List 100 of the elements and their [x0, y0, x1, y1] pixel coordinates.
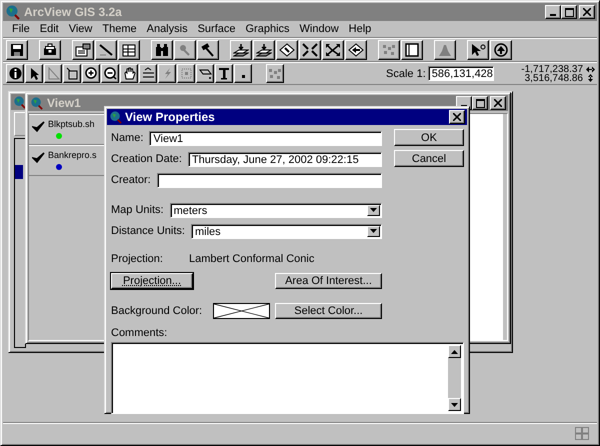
theme-name[interactable]: Blkptsub.sh: [48, 119, 95, 129]
tool-button[interactable]: [44, 64, 62, 83]
menu-item[interactable]: Edit: [34, 23, 64, 35]
toolbar-button[interactable]: [39, 40, 61, 60]
histogram-icon: [437, 43, 453, 57]
close-icon: [583, 8, 591, 16]
dropdown[interactable]: meters: [170, 202, 382, 218]
menu-item[interactable]: File: [7, 23, 35, 35]
tool-button[interactable]: [120, 64, 138, 83]
tool-button[interactable]: [82, 64, 100, 83]
menu-item[interactable]: Graphics: [240, 23, 295, 35]
diamond-icon: [279, 43, 295, 57]
text-field[interactable]: View1: [149, 130, 382, 146]
dropdown[interactable]: miles: [190, 224, 382, 238]
field-label: Comments:: [111, 327, 168, 339]
field-label: Name:: [111, 132, 144, 144]
close-button[interactable]: [449, 110, 465, 124]
tool-button[interactable]: [6, 64, 24, 83]
menu-item[interactable]: View: [64, 23, 98, 35]
dialog-title: View Properties: [125, 110, 215, 124]
table-icon: [121, 43, 137, 57]
theme-name[interactable]: Bankrepro.s: [48, 150, 97, 160]
checkmark-icon[interactable]: [32, 152, 45, 164]
toolbar-button[interactable]: [276, 40, 298, 60]
toolbar-button[interactable]: [174, 40, 196, 60]
toolbar-button[interactable]: [118, 40, 140, 60]
menu-item[interactable]: Theme: [97, 23, 142, 35]
dialog-button[interactable]: Cancel: [394, 150, 464, 167]
select-color-button[interactable]: Select Color...: [275, 303, 382, 319]
field-label: Creation Date:: [111, 153, 182, 165]
tool-button[interactable]: [234, 64, 252, 83]
toolbar-button[interactable]: [434, 40, 456, 60]
text-field[interactable]: Thursday, June 27, 2002 09:22:15: [188, 152, 382, 166]
menu-item[interactable]: Window: [294, 23, 344, 35]
scroll-up-button[interactable]: [448, 345, 461, 358]
checkmark-icon[interactable]: [32, 121, 45, 133]
tool-button[interactable]: [101, 64, 119, 83]
toolbar-button[interactable]: [378, 40, 400, 60]
tool-button[interactable]: [215, 64, 233, 83]
toolbar-button[interactable]: [401, 40, 423, 60]
field-label: Creator:: [111, 174, 151, 186]
tool-button[interactable]: [139, 64, 157, 83]
menu-item[interactable]: Analysis: [142, 23, 193, 35]
text-field[interactable]: [156, 172, 382, 188]
tool-button[interactable]: [25, 64, 43, 83]
toolbar-button[interactable]: [6, 40, 28, 60]
toolbar-button[interactable]: [72, 40, 94, 60]
globe-icon: [109, 110, 122, 124]
dialog-button[interactable]: OK: [394, 129, 464, 146]
toolbar-button[interactable]: [151, 40, 173, 60]
zoom-out-icon: [104, 67, 116, 80]
tool-button[interactable]: [63, 64, 81, 83]
tool-button[interactable]: [158, 64, 176, 83]
up-triangle-icon: [451, 350, 458, 354]
field-label: Map Units:: [111, 204, 164, 216]
text-tool-icon: [218, 67, 230, 80]
menu-item[interactable]: Help: [344, 23, 376, 35]
toolbar-button[interactable]: [253, 40, 275, 60]
toolbar-button[interactable]: [299, 40, 321, 60]
toolbar-button[interactable]: [197, 40, 219, 60]
globe-icon: [30, 96, 43, 110]
hammer-icon: [200, 43, 216, 57]
close-button[interactable]: [579, 5, 595, 19]
maximize-icon: [476, 98, 484, 108]
dialog-button[interactable]: Projection...: [111, 273, 193, 289]
no-color-swatch: [213, 303, 270, 319]
close-icon: [453, 113, 461, 121]
toolbar-button[interactable]: [467, 40, 489, 60]
dialog-button[interactable]: Area Of Interest...: [275, 273, 382, 289]
maximize-button[interactable]: [561, 5, 577, 19]
toolbar-button[interactable]: [322, 40, 344, 60]
tool-button[interactable]: [196, 64, 214, 83]
panel-icon: [404, 43, 420, 57]
vertical-arrow-icon: [586, 74, 595, 82]
app-title: ArcView GIS 3.2a: [24, 5, 122, 19]
horizontal-arrow-icon: [586, 66, 595, 72]
layers-icon: [256, 43, 272, 57]
close-icon: [494, 99, 502, 107]
toolbar-button[interactable]: [95, 40, 117, 60]
scroll-down-button[interactable]: [448, 398, 461, 411]
scale-field[interactable]: 586,131,428: [428, 66, 494, 81]
floppy-icon: [10, 43, 24, 57]
dotted-square-icon: [180, 67, 192, 80]
dots-icon: [381, 43, 397, 57]
toolbar-button[interactable]: [230, 40, 252, 60]
back-arrow-icon: [348, 43, 364, 57]
dots-icon: [267, 66, 283, 80]
field-label: Background Color:: [111, 305, 204, 317]
tool-button[interactable]: [177, 64, 195, 83]
scrollbar[interactable]: [448, 345, 461, 411]
comments-field[interactable]: [111, 342, 464, 414]
toolbar-button[interactable]: [490, 40, 512, 60]
toolbar-button[interactable]: [345, 40, 367, 60]
menu-item[interactable]: Surface: [192, 23, 240, 35]
y-coordinate: 3,516,748.86: [524, 74, 583, 82]
layers-icon: [233, 43, 249, 57]
projection-label: Projection:: [111, 253, 163, 265]
minimize-button[interactable]: [545, 5, 561, 19]
rectangle-select-icon: [66, 67, 78, 80]
tool-button[interactable]: [266, 64, 284, 83]
